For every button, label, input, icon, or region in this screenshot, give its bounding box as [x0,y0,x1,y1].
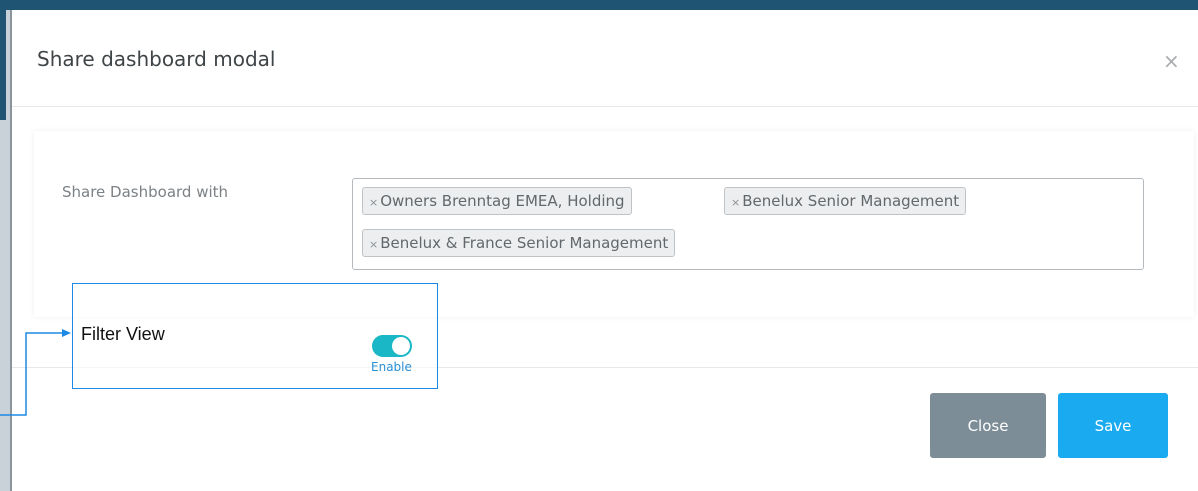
callout-connector [0,329,71,416]
filter-view-label: Filter View [81,324,165,344]
toggle-enable-label: Enable [371,360,412,374]
toggle-knob [392,337,410,355]
filter-view-toggle[interactable] [372,335,412,357]
